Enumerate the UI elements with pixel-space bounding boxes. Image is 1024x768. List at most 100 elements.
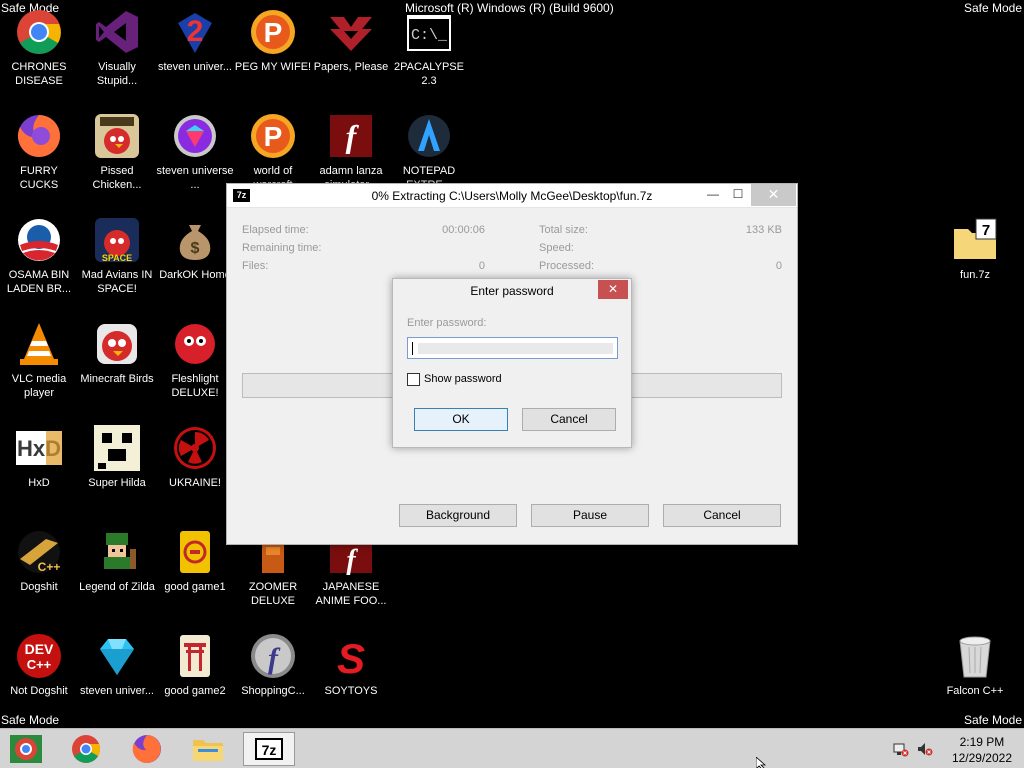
desktop-icon[interactable]: steven universe ... — [156, 112, 234, 192]
desktop-icon[interactable]: Pissed Chicken... — [78, 112, 156, 192]
red-s-icon: S — [327, 632, 375, 680]
text-caret — [412, 342, 413, 355]
svg-text:2: 2 — [187, 15, 204, 48]
desktop-icon[interactable]: Fleshlight DELUXE! — [156, 320, 234, 400]
password-dialog-titlebar[interactable]: Enter password ✕ — [393, 279, 631, 303]
show-password-checkbox[interactable] — [407, 373, 420, 386]
ok-button[interactable]: OK — [414, 408, 508, 431]
desktop-icon[interactable]: HxD HxD — [0, 424, 78, 490]
vlc-icon — [15, 320, 63, 368]
close-icon[interactable]: ✕ — [598, 280, 628, 299]
desktop-icon[interactable]: $ DarkOK Home — [156, 216, 234, 282]
mahjong-tile-icon — [171, 528, 219, 576]
desktop-icon-label: ShoppingC... — [241, 685, 305, 697]
taskbar-file-explorer[interactable] — [182, 732, 234, 766]
peggle-icon: P — [249, 8, 297, 56]
desktop-icon[interactable]: S SOYTOYS — [312, 632, 390, 698]
desktop-icon-label: PEG MY WIFE! — [234, 61, 312, 73]
svg-text:C++: C++ — [27, 657, 52, 672]
extract-window-titlebar[interactable]: 7z 0% Extracting C:\Users\Molly McGee\De… — [227, 184, 797, 208]
desktop-icon[interactable]: SPACE Mad Avians IN SPACE! — [78, 216, 156, 296]
desktop-icon[interactable]: OSAMA BIN LADEN BR... — [0, 216, 78, 296]
password-field-label: Enter password: — [407, 317, 487, 329]
desktop-icon-label: Not Dogshit — [10, 685, 68, 697]
console-icon: C:\_ — [405, 8, 453, 56]
network-disconnected-icon[interactable] — [893, 741, 909, 757]
desktop-icon-label: Mad Avians IN SPACE! — [81, 269, 153, 295]
processed-label: Processed: — [539, 260, 595, 272]
desktop-icon[interactable]: f ShoppingC... — [234, 632, 312, 698]
files-value: 0 — [478, 260, 485, 272]
desktop-icon[interactable]: C:\_ 2PACALYPSE 2.3 — [390, 8, 468, 88]
desktop-icon[interactable]: good game1 — [156, 528, 234, 594]
diamond-icon — [93, 632, 141, 680]
desktop-icon-label: Minecraft Birds — [80, 373, 154, 385]
desktop-icon[interactable]: Minecraft Birds — [78, 320, 156, 386]
red-fuzzball-icon — [171, 320, 219, 368]
desktop-icon[interactable]: FURRY CUCKS — [0, 112, 78, 192]
notepad-extreme-icon — [405, 112, 453, 160]
desktop-icon-label: Falcon C++ — [946, 685, 1004, 697]
papers-please-icon — [327, 8, 375, 56]
cancel-extract-button[interactable]: Cancel — [663, 504, 781, 527]
7z-folder-icon: 7 — [951, 216, 999, 264]
volume-muted-icon[interactable] — [917, 741, 933, 757]
taskbar-clock[interactable]: 2:19 PM 12/29/2022 — [952, 734, 1012, 766]
angry-bird-icon — [93, 320, 141, 368]
desktop-icon-label: good game2 — [164, 685, 226, 697]
desktop-icon[interactable]: P PEG MY WIFE! — [234, 8, 312, 74]
show-password-label[interactable]: Show password — [424, 373, 502, 385]
desktop-icon[interactable]: 7 fun.7z — [936, 216, 1014, 282]
desktop-icon[interactable]: f adamn lanza simulator... — [312, 112, 390, 192]
desktop-icon[interactable]: Legend of Zilda — [78, 528, 156, 594]
password-input[interactable] — [407, 337, 618, 359]
radiation-icon — [171, 424, 219, 472]
angry-birds-space-icon: SPACE — [93, 216, 141, 264]
desktop-icon[interactable]: Super Hilda — [78, 424, 156, 490]
desktop-icon[interactable]: 2 steven univer... — [156, 8, 234, 74]
desktop-icon[interactable]: NOTEPAD EXTRE... — [390, 112, 468, 192]
desktop-icon-label: VLC media player — [11, 373, 67, 399]
desktop-icon-label: JAPANESE ANIME FOO... — [315, 581, 387, 607]
torii-tile-icon — [171, 632, 219, 680]
taskbar-chrome-metro[interactable] — [0, 732, 52, 766]
desktop-icon-label: Legend of Zilda — [79, 581, 155, 593]
safe-mode-label-bottom-left: Safe Mode — [1, 713, 60, 727]
cancel-button[interactable]: Cancel — [522, 408, 616, 431]
desktop-icon[interactable]: C++ Dogshit — [0, 528, 78, 594]
desktop-icon[interactable]: CHRONES DISEASE — [0, 8, 78, 88]
taskbar-chrome[interactable] — [60, 732, 112, 766]
password-dialog-title: Enter password — [470, 284, 554, 298]
angry-birds-seasons-icon — [93, 112, 141, 160]
desktop-icon[interactable]: P world of warcraft — [234, 112, 312, 192]
desktop-icon[interactable]: good game2 — [156, 632, 234, 698]
minimize-button[interactable]: — — [700, 184, 726, 206]
svg-text:P: P — [264, 17, 283, 48]
pixel-dog-icon — [93, 424, 141, 472]
chrome-icon — [72, 735, 100, 763]
desktop-icon[interactable]: Papers, Please — [312, 8, 390, 74]
desktop-icon-label: good game1 — [164, 581, 226, 593]
maximize-button[interactable]: ☐ — [725, 184, 751, 206]
desktop-icon[interactable]: steven univer... — [78, 632, 156, 698]
desktop-icon[interactable]: VLC media player — [0, 320, 78, 400]
desktop-icon-label: FURRY CUCKS — [19, 165, 59, 191]
7zip-icon: 7z — [255, 738, 283, 760]
chrome-icon — [15, 8, 63, 56]
close-button[interactable]: ✕ — [751, 184, 796, 206]
desktop-icon-label: Pissed Chicken... — [92, 165, 142, 191]
desktop-icon[interactable]: Falcon C++ — [936, 632, 1014, 698]
remaining-time-label: Remaining time: — [242, 242, 322, 254]
desktop-icon[interactable]: UKRAINE! — [156, 424, 234, 490]
flash-icon: f — [327, 112, 375, 160]
background-button[interactable]: Background — [399, 504, 517, 527]
desktop-icon-label: fun.7z — [960, 269, 990, 281]
mouse-cursor-icon — [755, 756, 768, 768]
desktop-icon[interactable]: Visually Stupid... — [78, 8, 156, 88]
cpp-icon: C++ — [15, 528, 63, 576]
taskbar-7zip[interactable]: 7z — [243, 732, 295, 766]
desktop-icon[interactable]: DEV C++ Not Dogshit — [0, 632, 78, 698]
pause-button[interactable]: Pause — [531, 504, 649, 527]
taskbar-firefox[interactable] — [121, 732, 173, 766]
svg-text:7: 7 — [982, 222, 990, 239]
